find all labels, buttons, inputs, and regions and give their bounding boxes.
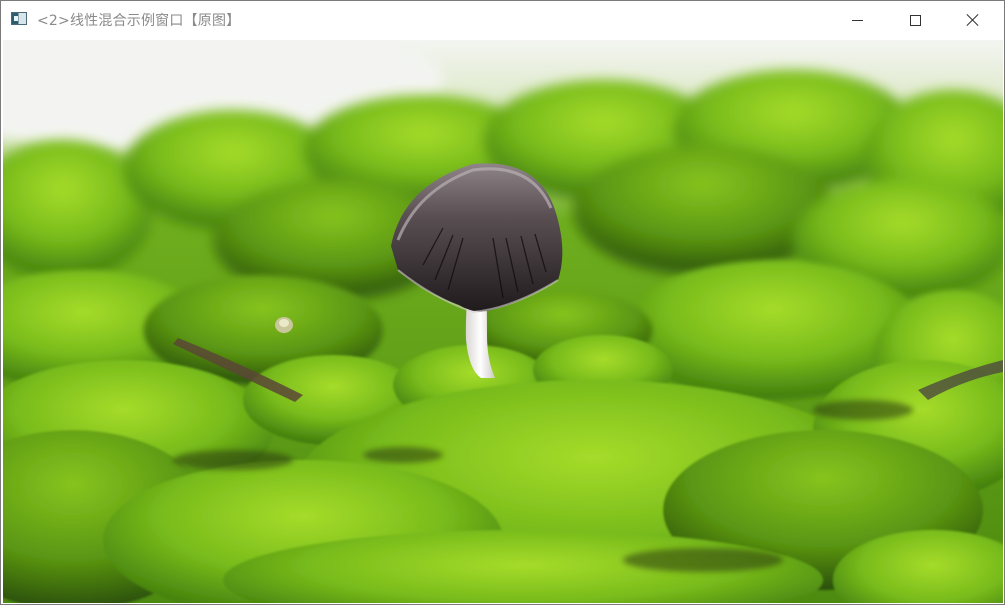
- minimize-button[interactable]: [834, 1, 880, 39]
- maximize-icon: [909, 14, 921, 26]
- opencv-window: <2>线性混合示例窗口【原图】: [0, 0, 1005, 605]
- close-icon: [966, 13, 980, 27]
- mushroom-on-moss-photo: [3, 40, 1003, 603]
- maximize-button[interactable]: [892, 1, 938, 39]
- image-canvas: [3, 40, 1003, 603]
- title-bar[interactable]: <2>线性混合示例窗口【原图】: [1, 1, 1004, 39]
- window-title: <2>线性混合示例窗口【原图】: [37, 13, 241, 29]
- app-icon: [11, 12, 27, 25]
- minimize-icon: [851, 19, 863, 21]
- close-button[interactable]: [950, 1, 996, 39]
